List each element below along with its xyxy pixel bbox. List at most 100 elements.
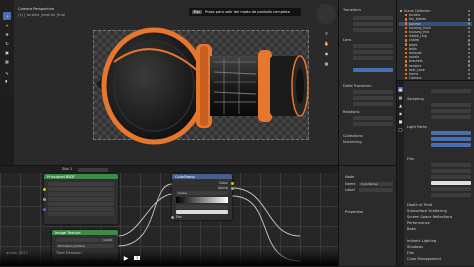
render-samples-field[interactable] [431,103,471,107]
visibility-eye-icon[interactable] [467,30,470,34]
node-field[interactable] [48,197,114,201]
sidebar-tab-view[interactable]: Transform [343,8,361,12]
section-film[interactable]: Film [407,251,414,255]
node-panel-title[interactable]: Node [345,175,354,179]
image-file-field[interactable]: Emmision_turbine [56,244,114,248]
denoise-field[interactable] [431,115,471,119]
section-indirect-lighting[interactable]: Indirect Lighting [407,239,436,243]
sidebar-field[interactable] [353,116,393,120]
ramp-gradient[interactable] [176,197,228,203]
ramp-pos-field[interactable] [176,205,228,209]
sidebar-field[interactable] [353,50,393,54]
sidebar-section-collections[interactable]: Collections [343,134,363,138]
rotate-tool-icon[interactable]: ↻ [3,40,11,47]
nav-gizmo[interactable] [316,4,336,24]
ao-factor-field[interactable] [431,137,471,141]
visibility-eye-icon[interactable] [467,18,470,21]
render-engine-field[interactable] [431,89,471,93]
node-field[interactable] [48,187,114,191]
world-tab-icon[interactable]: ◉ [398,111,403,116]
material-tab-icon[interactable]: ◯ [398,127,403,132]
socket[interactable] [230,182,234,185]
visibility-eye-icon[interactable] [467,34,470,38]
sidebar-field[interactable] [353,22,393,26]
principled-bsdf-node[interactable]: Principled BSDF [42,174,118,224]
render-tab-icon[interactable]: ● [398,87,403,92]
section-dof[interactable]: Depth of Field [407,203,432,207]
visibility-eye-icon[interactable] [467,68,470,71]
section-volumetrics[interactable]: Bake [407,227,416,231]
transform-tool-icon[interactable]: ▦ [3,58,11,65]
sidebar-section-instancing[interactable]: Instancing [343,140,362,144]
bloom-color-field[interactable] [431,181,471,185]
socket[interactable] [230,187,234,190]
ramp-color-swatch[interactable] [176,210,228,214]
ao-trace-field[interactable] [431,143,471,147]
visibility-eye-icon[interactable] [467,13,470,17]
sidebar-field[interactable] [353,96,393,100]
visibility-eye-icon[interactable] [467,72,470,76]
node-field[interactable] [48,192,114,196]
node-field[interactable] [48,212,114,216]
bloom-radius-field[interactable] [431,175,471,179]
section-color-management[interactable]: Color Management [407,257,441,261]
bloom-clamp-field[interactable] [431,193,471,197]
sampling-header[interactable]: Sampling [407,97,424,101]
sidebar-field[interactable] [353,102,393,106]
zoom-icon[interactable]: ⚲ [323,30,330,37]
section-sss[interactable]: Subsurface Scattering [407,209,447,213]
section-shadows[interactable]: Shadows [407,245,423,249]
move-tool-icon[interactable]: ✥ [3,31,11,38]
colorramp-node[interactable]: ColorRamp Color Alpha Linear Fac [170,174,234,220]
visibility-eye-icon[interactable] [467,22,470,25]
sidebar-field[interactable] [353,122,393,126]
socket[interactable] [42,188,46,191]
pan-hand-icon[interactable]: ✋ [323,40,330,47]
node-label-field[interactable] [359,188,393,192]
node-value-field[interactable]: 0.000 [56,238,114,242]
node-name-field[interactable]: ColorRamp [359,182,393,186]
socket[interactable] [42,208,46,211]
sidebar-section-rotation[interactable]: Relations [343,110,360,114]
bloom-intensity-field[interactable] [431,187,471,191]
visibility-eye-icon[interactable] [467,26,470,29]
visibility-eye-icon[interactable] [467,60,470,63]
node-properties-header[interactable]: Properties [345,210,363,214]
node-field[interactable] [48,202,114,206]
socket[interactable] [42,198,46,201]
node-field[interactable] [48,182,114,186]
visibility-eye-icon[interactable] [467,43,470,46]
play-icon[interactable]: ▶ [122,254,130,262]
visibility-eye-icon[interactable] [467,51,470,55]
visibility-eye-icon[interactable] [467,9,470,13]
sidebar-field[interactable] [353,16,393,20]
scale-tool-icon[interactable]: ▣ [3,49,11,56]
visibility-eye-icon[interactable] [467,47,470,50]
sidebar-field[interactable] [353,56,393,60]
section-ssr[interactable]: Screen Space Reflections [407,215,452,219]
bloom-knee-field[interactable] [431,169,471,173]
measure-tool-icon[interactable]: ▘ [3,79,11,86]
ramp-mode-dropdown[interactable]: Linear [176,191,228,195]
annotate-tool-icon[interactable]: ✎ [3,70,11,77]
sidebar-section-location[interactable]: Delta Transform [343,84,372,88]
bloom-threshold-field[interactable] [431,163,471,167]
sidebar-field[interactable] [353,28,393,32]
scene-tab-icon[interactable]: ▲ [398,103,403,108]
cursor-tool-icon[interactable]: + [3,22,11,29]
select-tool-icon[interactable]: ↗ [3,12,11,20]
lock-camera-toggle[interactable] [353,68,393,72]
visibility-eye-icon[interactable] [467,39,470,42]
ao-distance-field[interactable] [431,131,471,135]
sidebar-field[interactable] [353,44,393,48]
node-field[interactable] [48,207,114,211]
section-motion-blur[interactable]: Performance [407,221,430,225]
sidebar-field[interactable] [353,90,393,94]
visibility-eye-icon[interactable] [467,64,470,67]
viewport-samples-field[interactable] [431,109,471,113]
sidebar-section-lens[interactable]: Lens [343,38,351,42]
3d-viewport[interactable]: Camera Perspective (1) | turbine_exterio… [14,0,338,165]
socket[interactable] [170,216,174,219]
output-tab-icon[interactable]: ▦ [398,95,403,100]
grid-icon[interactable]: ▦ [323,60,330,67]
